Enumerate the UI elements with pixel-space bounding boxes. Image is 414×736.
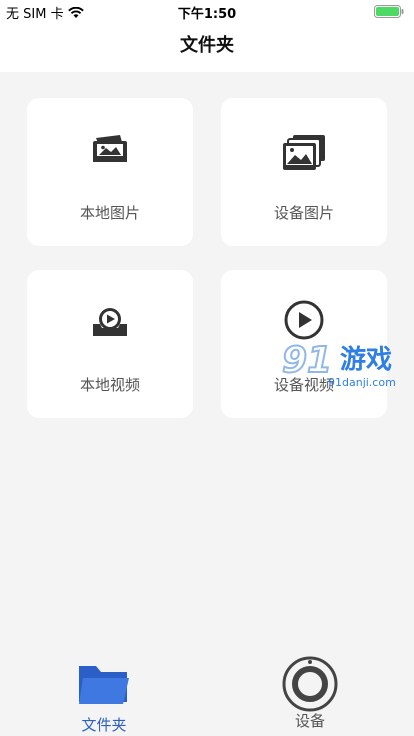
local-photo-icon [27,134,193,174]
card-label: 本地图片 [79,204,140,222]
tab-folder-label: 文件夹 [81,716,127,734]
camera-lens-icon [282,656,338,712]
tab-device-label: 设备 [294,712,325,730]
card-label: 设备图片 [273,204,334,222]
card-label: 设备视频 [273,376,334,394]
page-title: 文件夹 [180,35,234,56]
card-local-videos[interactable]: 本地视频 [27,270,193,418]
tab-device[interactable]: 设备 [250,656,370,731]
battery-icon [374,5,404,18]
card-local-photos[interactable]: 本地图片 [27,98,193,246]
device-video-icon [221,300,387,346]
local-video-icon [27,306,193,346]
status-bar: 无 SIM 卡 下午1:50 [0,0,414,22]
card-label: 本地视频 [79,376,140,394]
status-time: 下午1:50 [177,7,237,22]
nav-bar: 文件夹 [0,22,414,72]
tab-folder[interactable]: 文件夹 [44,660,164,735]
card-device-photos[interactable]: 设备图片 [221,98,387,246]
device-photos-icon [221,134,387,174]
tab-bar: 文件夹 设备 [0,656,414,736]
card-device-videos[interactable]: 设备视频 [221,270,387,418]
folder-icon [79,666,129,704]
